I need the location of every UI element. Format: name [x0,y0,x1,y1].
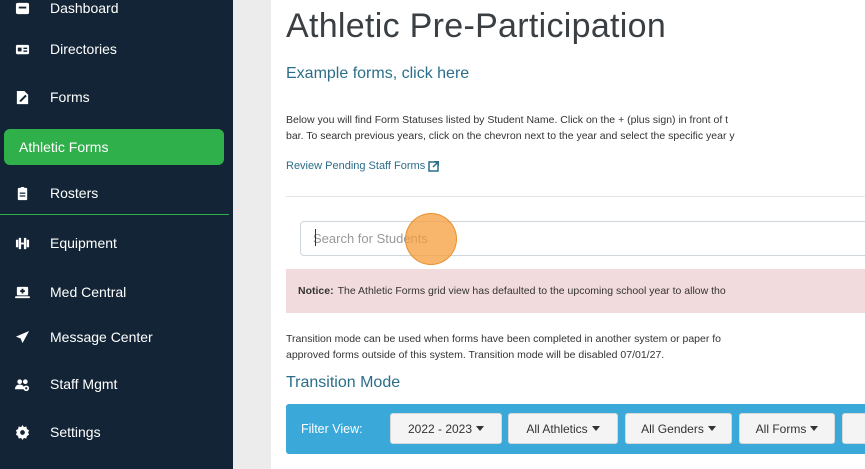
transition-line: approved forms outside of this system. T… [286,349,665,361]
sidebar-item-athletic-forms[interactable]: Athletic Forms [4,129,224,165]
clipboard-icon [14,185,30,201]
external-link-icon [428,161,440,172]
laptop-medical-icon [14,284,30,300]
description-text: Below you will find Form Statuses listed… [286,112,865,144]
sidebar-item-med-central[interactable]: Med Central [0,274,233,310]
sidebar-item-staff-mgmt[interactable]: Staff Mgmt [0,366,233,402]
main-content: Athletic Pre-Participation Example forms… [271,0,865,469]
review-pending-staff-forms-link[interactable]: Review Pending Staff Forms [286,160,440,172]
genders-dropdown[interactable]: All Genders [625,413,732,444]
description-line: bar. To search previous years, click on … [286,130,735,142]
signature-icon [14,89,30,105]
sidebar-item-label: Dashboard [50,0,119,16]
sidebar-item-label: Message Center [50,329,153,345]
transition-description: Transition mode can be used when forms h… [286,331,865,363]
year-dropdown-value: 2022 - 2023 [407,421,473,436]
caret-down-icon [476,426,485,431]
sidebar-item-directories[interactable]: Directories [0,31,233,67]
sidebar-item-dashboard[interactable]: Dashboard [0,0,233,26]
transition-line: Transition mode can be used when forms h… [286,333,722,345]
caret-down-icon [810,426,819,431]
sidebar-item-label: Athletic Forms [19,139,109,155]
users-cog-icon [14,376,30,392]
sidebar-item-rosters[interactable]: Rosters [0,175,233,211]
sidebar-item-equipment[interactable]: Equipment [0,225,233,261]
click-indicator [405,213,457,265]
sidebar-item-label: Med Central [50,284,127,300]
transition-mode-link[interactable]: Transition Mode [286,374,400,392]
section-divider [286,196,865,197]
sidebar-item-message-center[interactable]: Message Center [0,319,233,355]
sidebar-item-settings[interactable]: Settings [0,414,233,450]
sidebar-item-forms[interactable]: Forms [0,79,233,115]
sidebar-item-label: Staff Mgmt [50,376,118,392]
forms-dropdown[interactable]: All Forms [739,413,835,444]
notice-label: Notice: [298,285,334,297]
description-line: Below you will find Form Statuses listed… [286,114,729,126]
year-dropdown[interactable]: 2022 - 2023 [390,413,502,444]
dashboard-icon [14,0,30,16]
dumbbell-icon [14,235,30,251]
content-gutter [233,0,271,469]
caret-down-icon [591,426,600,431]
sidebar-divider [0,214,229,215]
sidebar-item-label: Directories [50,41,117,57]
id-card-icon [14,41,30,57]
paper-plane-icon [14,329,30,345]
athletics-dropdown-value: All Athletics [526,421,588,436]
filter-view-label: Filter View: [301,422,363,436]
page-title: Athletic Pre-Participation [286,7,667,45]
genders-dropdown-value: All Genders [641,421,704,436]
athletics-dropdown[interactable]: All Athletics [508,413,618,444]
review-link-label: Review Pending Staff Forms [286,160,426,172]
text-caret [315,229,316,246]
sidebar-item-label: Settings [50,424,101,440]
gear-icon [14,424,30,440]
sidebar: Dashboard Directories Forms Athletic For… [0,0,233,469]
extra-dropdown[interactable] [842,413,865,444]
notice-banner: Notice: The Athletic Forms grid view has… [286,269,865,313]
notice-text: The Athletic Forms grid view has default… [337,285,726,297]
sidebar-item-label: Forms [50,89,90,105]
filter-bar: Filter View: 2022 - 2023 All Athletics A… [286,404,865,454]
sidebar-item-label: Equipment [50,235,117,251]
example-forms-link[interactable]: Example forms, click here [286,65,469,83]
caret-down-icon [707,426,716,431]
student-search-input[interactable] [300,221,865,256]
forms-dropdown-value: All Forms [755,421,807,436]
sidebar-item-label: Rosters [50,185,99,201]
